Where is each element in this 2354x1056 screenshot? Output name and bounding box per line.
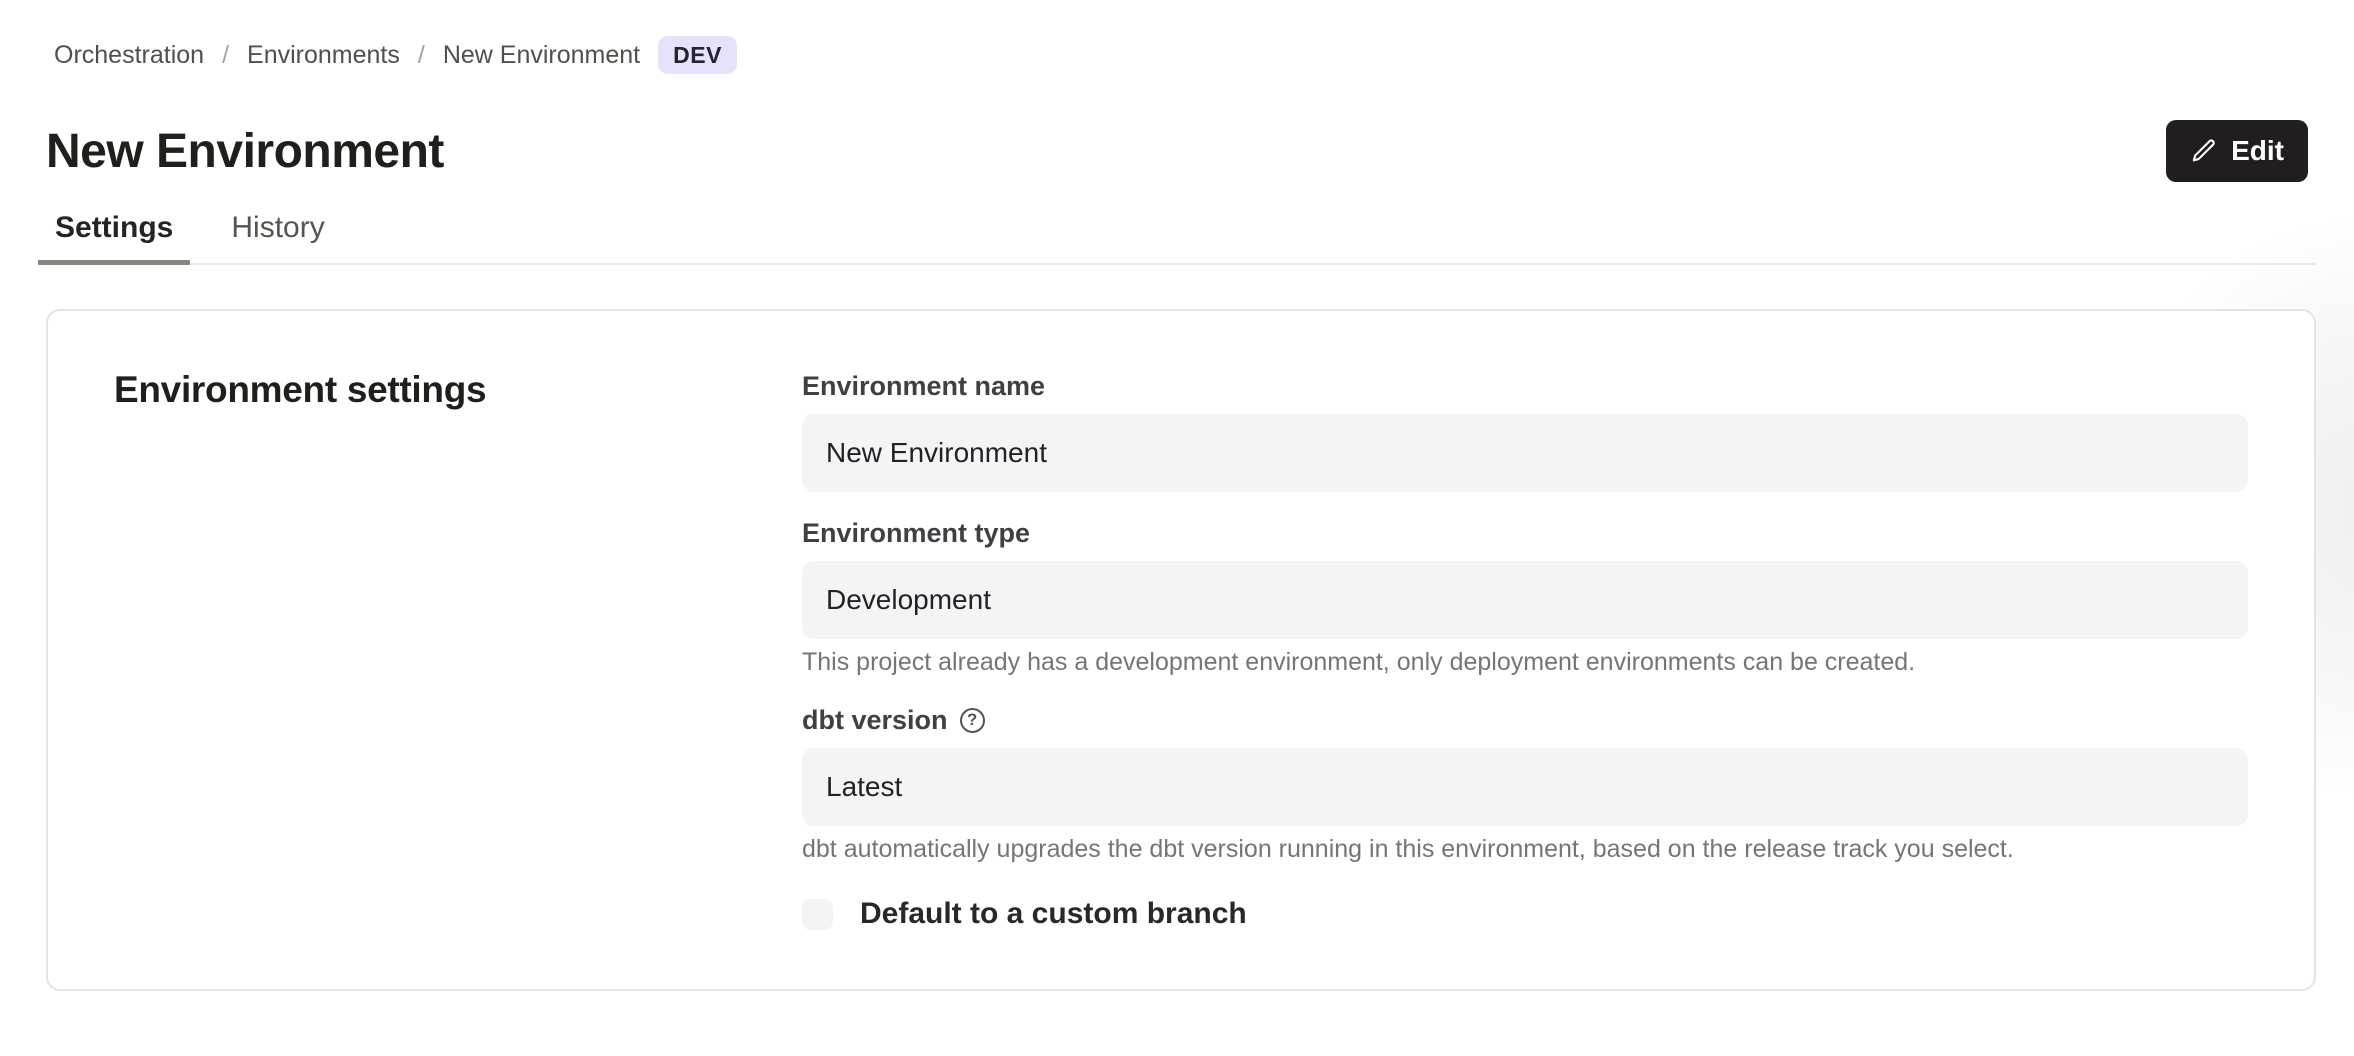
section-heading: Environment settings [114,369,802,411]
tab-settings[interactable]: Settings [38,210,190,263]
page-title: New Environment [46,124,444,179]
breadcrumb-current-page: New Environment [443,38,640,72]
field-environment-name: Environment name New Environment [802,369,2248,492]
edit-button[interactable]: Edit [2166,120,2308,182]
tab-bar: Settings History [38,210,2316,265]
dbt-version-helper-text: dbt automatically upgrades the dbt versi… [802,834,2248,864]
environment-settings-card: Environment settings Environment name Ne… [46,309,2316,991]
page-header: New Environment Edit [46,120,2308,182]
environment-name-input[interactable]: New Environment [802,414,2248,492]
help-icon[interactable]: ? [960,708,985,733]
pencil-icon [2190,137,2218,165]
environment-settings-page: Orchestration / Environments / New Envir… [0,36,2354,1056]
field-dbt-version: dbt version ? Latest dbt automatically u… [802,703,2248,864]
custom-branch-row[interactable]: Default to a custom branch [802,896,2248,932]
dev-environment-badge: DEV [658,36,737,74]
environment-type-label: Environment type [802,516,2248,550]
environment-type-helper-text: This project already has a development e… [802,647,2248,677]
edit-button-label: Edit [2231,135,2284,167]
breadcrumb-separator: / [222,38,229,72]
field-environment-type: Environment type Development This projec… [802,516,2248,677]
environment-type-input[interactable]: Development [802,561,2248,639]
card-form-column: Environment name New Environment Environ… [802,369,2248,989]
breadcrumb: Orchestration / Environments / New Envir… [54,36,2316,74]
dbt-version-label-row: dbt version ? [802,703,2248,737]
tab-history[interactable]: History [214,210,341,263]
dbt-version-label: dbt version [802,703,948,737]
custom-branch-label[interactable]: Default to a custom branch [860,896,1247,932]
card-heading-column: Environment settings [114,369,802,989]
environment-name-label: Environment name [802,369,2248,403]
dbt-version-input[interactable]: Latest [802,748,2248,826]
breadcrumb-environments[interactable]: Environments [247,38,400,72]
breadcrumb-separator: / [418,38,425,72]
custom-branch-checkbox[interactable] [802,899,833,930]
breadcrumb-orchestration[interactable]: Orchestration [54,38,204,72]
